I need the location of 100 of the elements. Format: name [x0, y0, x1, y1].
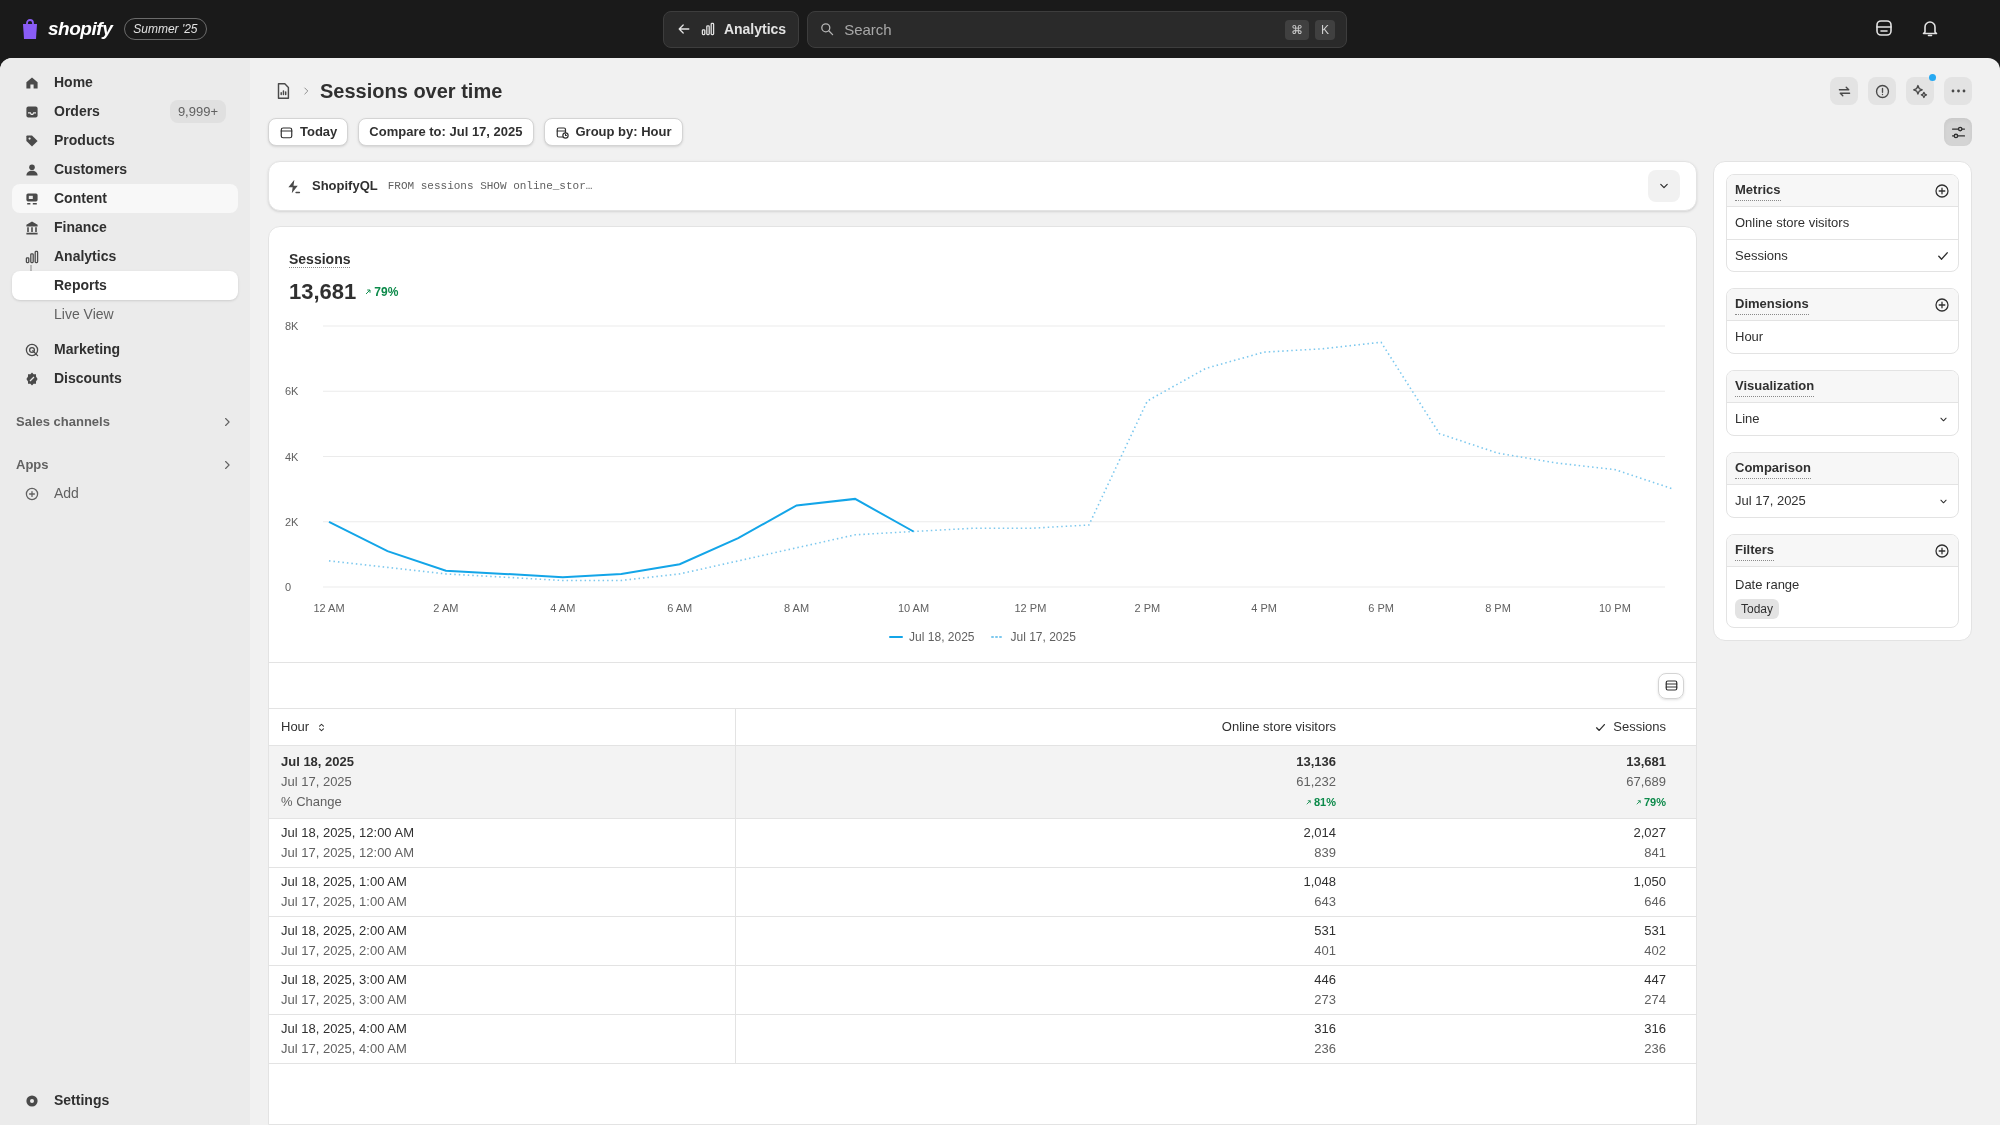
metric-value: 13,681 — [289, 278, 357, 306]
table-cell-text: 273 — [1314, 991, 1336, 1009]
nav-item[interactable]: Orders 9,999+ — [12, 97, 238, 126]
discount-badge-icon — [24, 370, 40, 387]
metric-option[interactable]: Online store visitors — [1727, 207, 1958, 239]
calendar-clock-icon — [554, 124, 570, 140]
nav-item[interactable]: Analytics — [12, 242, 238, 271]
table-cell-text: Jul 17, 2025, 1:00 AM — [281, 893, 408, 911]
icon-button[interactable] — [1830, 77, 1858, 105]
shortcut-key: K — [1315, 19, 1336, 40]
table-cell-text: 13,681 — [1626, 753, 1666, 771]
table-cell-text: 401 — [1314, 942, 1336, 960]
section-title: Metrics — [1735, 180, 1781, 201]
filter-button[interactable]: Group by: Hour — [543, 118, 683, 146]
section-heading: Apps — [16, 455, 49, 474]
select-field[interactable]: Line — [1727, 403, 1958, 435]
page-title: Sessions over time — [320, 79, 503, 104]
table-icon — [1663, 678, 1679, 693]
icon-button[interactable] — [1906, 77, 1934, 105]
select-field[interactable]: Jul 17, 2025 — [1727, 485, 1958, 517]
column-header[interactable]: Hour — [269, 708, 736, 746]
back-to-analytics-button[interactable]: Analytics — [662, 10, 800, 48]
filter-button[interactable]: Compare to: Jul 17, 2025 — [358, 118, 534, 146]
nav-item[interactable]: Products — [12, 126, 238, 155]
sparkle-icon — [1911, 82, 1929, 100]
table-cell-text: 67,689 — [1626, 773, 1666, 791]
metric-option[interactable]: Sessions — [1727, 239, 1958, 271]
x-axis-label: 6 AM — [667, 602, 693, 614]
x-axis-label: 10 PM — [1599, 602, 1631, 614]
nav-item[interactable]: Customers — [12, 155, 238, 184]
dimension-item[interactable]: Hour — [1727, 321, 1958, 353]
table-view-button[interactable] — [1658, 672, 1684, 699]
arrow-up-right-icon — [364, 287, 373, 296]
table-cell-text: 61,232 — [1296, 773, 1336, 791]
table-cell-text: Jul 17, 2025 — [281, 773, 353, 791]
nav-item[interactable]: Home — [12, 68, 238, 97]
plus-circle-icon — [24, 485, 40, 502]
nav-item[interactable]: Settings — [12, 1086, 238, 1115]
table-cell-text: 316 — [1314, 1020, 1336, 1038]
add-icon — [1934, 296, 1950, 313]
bank-icon — [24, 219, 40, 236]
panel-toggle-button[interactable] — [1944, 118, 1972, 146]
table-cell-text: 1,048 — [1303, 873, 1336, 891]
column-header[interactable]: Sessions — [1348, 708, 1696, 746]
change-indicator: 79% — [364, 282, 399, 301]
metric-title: Sessions — [289, 251, 351, 268]
x-axis-label: 10 AM — [897, 602, 930, 614]
x-axis-label: 4 AM — [550, 602, 576, 614]
nav-item[interactable]: Discounts — [12, 364, 238, 393]
tag-icon — [24, 132, 40, 149]
info-icon — [1873, 82, 1891, 100]
add-button[interactable] — [1934, 542, 1950, 559]
table-cell-text: 1,050 — [1633, 873, 1666, 891]
table-cell-text: Jul 18, 2025, 3:00 AM — [281, 971, 408, 989]
bar-chart-icon — [24, 248, 40, 265]
nav-item[interactable]: Content — [12, 184, 238, 213]
settings-icon — [24, 1092, 40, 1109]
table-cell-text: 839 — [1314, 844, 1336, 862]
filter-label: Date range — [1735, 576, 1800, 594]
x-axis-label: 8 PM — [1485, 602, 1511, 614]
nav-item[interactable]: Live View — [12, 300, 238, 329]
legend-item[interactable]: Jul 18, 2025 — [889, 628, 975, 646]
table-cell-text: 531 — [1644, 922, 1666, 940]
column-header[interactable]: Online store visitors — [736, 708, 1348, 746]
add-button[interactable] — [1934, 296, 1950, 313]
y-axis-label: 4K — [285, 450, 299, 463]
legend-item[interactable]: Jul 17, 2025 — [990, 628, 1076, 646]
arrow-up-right-icon — [1634, 798, 1642, 806]
x-axis-label: 4 PM — [1251, 602, 1278, 614]
x-axis-label: 12 PM — [1014, 602, 1047, 614]
add-icon — [1934, 182, 1950, 199]
x-axis-label: 12 AM — [313, 602, 345, 614]
filter-tag[interactable]: Today — [1735, 598, 1780, 619]
table-cell-text: 236 — [1314, 1040, 1336, 1058]
inbox-icon — [24, 103, 40, 120]
table-cell-text: Jul 18, 2025, 1:00 AM — [281, 873, 408, 891]
table-cell-text: Jul 18, 2025, 12:00 AM — [281, 824, 415, 842]
more-icon — [1950, 89, 1966, 93]
nav-item[interactable]: Add — [12, 479, 238, 508]
table-cell-text: Jul 17, 2025, 12:00 AM — [281, 844, 415, 862]
nav-item[interactable]: Reports — [12, 271, 238, 300]
table-cell-text: 841 — [1644, 844, 1666, 862]
section-title: Visualization — [1735, 376, 1815, 397]
table-cell-text: Jul 17, 2025, 4:00 AM — [281, 1040, 408, 1058]
shortcut-key: ⌘ — [1285, 19, 1310, 40]
icon-button[interactable] — [1868, 77, 1896, 105]
nav-item[interactable]: Finance — [12, 213, 238, 242]
query-code: FROM sessions SHOW online_stor… — [387, 178, 593, 194]
x-axis-label: 6 PM — [1368, 602, 1394, 614]
legend-swatch-icon — [990, 635, 1005, 639]
y-axis-label: 0 — [285, 581, 292, 593]
bell-icon — [1920, 18, 1940, 38]
filter-button[interactable]: Today — [268, 118, 349, 146]
add-button[interactable] — [1934, 182, 1950, 199]
table-cell-text: Jul 18, 2025, 2:00 AM — [281, 922, 408, 940]
nav-item[interactable]: Marketing — [12, 335, 238, 364]
section-title: Filters — [1735, 540, 1774, 561]
table-cell-text: 402 — [1644, 942, 1666, 960]
table-cell-text: 2,027 — [1633, 824, 1666, 842]
change-indicator: 81% — [1304, 792, 1336, 812]
